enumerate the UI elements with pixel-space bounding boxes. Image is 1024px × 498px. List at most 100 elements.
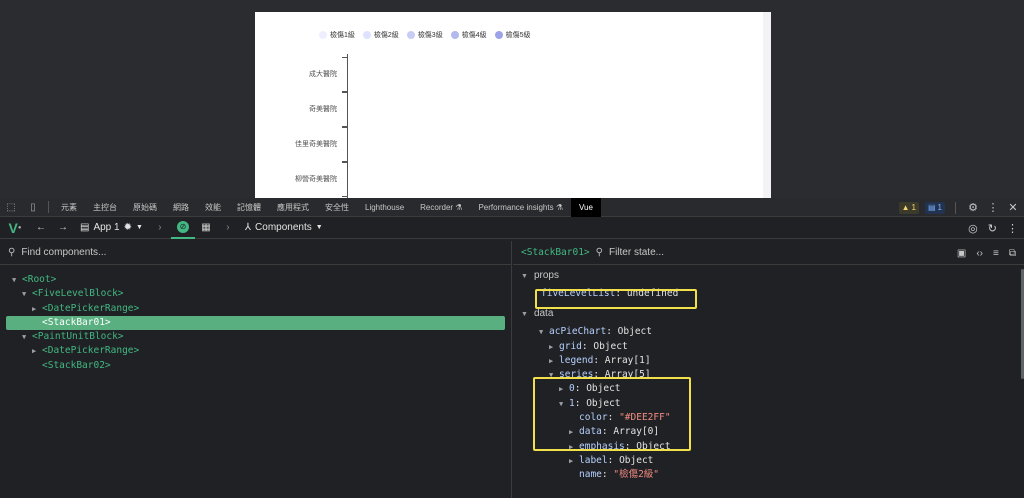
devtools-tab[interactable]: 應用程式 xyxy=(269,198,317,217)
state-inspector-pane: <StackBar01> ⚲ Filter state... ▣ ‹› ≡ ⧉ … xyxy=(513,241,1024,498)
vue-logo-icon: V ● xyxy=(8,219,22,236)
state-row[interactable]: ▶ label: Object xyxy=(513,454,1024,468)
target-icon[interactable]: ◎ xyxy=(968,222,978,235)
refresh-icon[interactable]: ↻ xyxy=(988,222,997,235)
stacked-bar-chart: 檢傷1級 檢傷2級 檢傷3級 檢傷4級 檢傷5級 成大醫院 奇美醫院 佳里奇美醫院 柳營奇美醫… xyxy=(255,12,771,198)
inspector-tab[interactable]: ⊘ xyxy=(170,217,195,239)
component-tree-node[interactable]: ▼ <PaintUnitBlock> xyxy=(0,330,511,344)
state-row[interactable]: ▶ data: Array[0] xyxy=(513,425,1024,439)
legend-item[interactable]: 檢傷5級 xyxy=(494,30,531,40)
component-name: <StackBar01> xyxy=(42,316,111,328)
chevron-down-icon: ▼ xyxy=(315,224,323,231)
component-tree: ▼ <Root> ▼ <FiveLevelBlock> ▶ <DatePickerRang… xyxy=(0,265,511,373)
devtools-tab[interactable]: Recorder ⚗ xyxy=(412,198,470,217)
data-section[interactable]: ▼ data xyxy=(513,303,1024,325)
search-icon: ⚲ xyxy=(8,247,16,258)
forward-arrow-icon[interactable]: → xyxy=(52,222,74,233)
screenshot-icon[interactable]: ▣ xyxy=(957,248,966,259)
state-row[interactable]: color: "#DEE2FF" xyxy=(513,411,1024,425)
state-key: series xyxy=(559,369,594,381)
legend-item[interactable]: 檢傷4級 xyxy=(450,30,487,40)
caret-right-icon[interactable]: ▶ xyxy=(549,340,559,354)
legend-label: 檢傷3級 xyxy=(417,32,443,39)
state-value: Array[5] xyxy=(604,369,651,381)
devtools-tab[interactable]: 元素 xyxy=(53,198,85,217)
props-section[interactable]: ▼ props xyxy=(513,265,1024,287)
caret-right-icon[interactable]: ▶ xyxy=(32,302,42,316)
inspect-element-icon[interactable]: ⬚ xyxy=(0,202,22,213)
y-tick-label: 佳里奇美醫院 xyxy=(295,141,337,148)
prop-row[interactable]: fiveLevelList: undefined xyxy=(513,287,1024,301)
component-tree-node[interactable]: ▶ <DatePickerRange> xyxy=(0,344,511,358)
filter-state-input[interactable]: Filter state... xyxy=(609,247,664,258)
state-row[interactable]: ▶ 0: Object xyxy=(513,382,1024,396)
caret-right-icon[interactable]: ▶ xyxy=(569,440,579,454)
legend-item[interactable]: 檢傷1級 xyxy=(319,30,355,40)
caret-right-icon[interactable]: ▶ xyxy=(559,382,569,396)
issues-badge[interactable]: ▤ 1 xyxy=(924,201,945,214)
state-row[interactable]: ▼ 1: Object xyxy=(513,397,1024,411)
caret-right-icon[interactable]: ▶ xyxy=(32,344,42,358)
devtools-tab[interactable]: 記憶體 xyxy=(229,198,269,217)
list-icon[interactable]: ≡ xyxy=(993,248,999,259)
state-value: Object xyxy=(586,397,621,409)
state-value: "檢傷2級" xyxy=(613,469,660,481)
app-selector[interactable]: ▤ App 1 ✹ ▼ xyxy=(74,222,149,233)
state-row[interactable]: ▶ legend: Array[1] xyxy=(513,354,1024,368)
devtools-tab[interactable]: Lighthouse xyxy=(357,198,412,217)
state-key: acPieChart xyxy=(549,326,607,338)
legend-item[interactable]: 檢傷3級 xyxy=(406,30,443,40)
state-key: name xyxy=(579,469,602,481)
component-tree-node[interactable]: ▶ <DatePickerRange> xyxy=(0,302,511,316)
state-tree: ▼ props fiveLevelList: undefined ▼ data ▼ a… xyxy=(513,265,1024,483)
devtools-tab[interactable]: 網路 xyxy=(165,198,197,217)
caret-down-icon[interactable]: ▼ xyxy=(22,330,32,344)
gear-icon[interactable]: ⚙ xyxy=(966,201,980,214)
code-icon[interactable]: ‹› xyxy=(976,248,983,259)
component-name: <StackBar02> xyxy=(42,359,111,371)
find-components-search[interactable]: ⚲ Find components... xyxy=(0,241,511,265)
find-components-input[interactable]: Find components... xyxy=(21,247,106,258)
legend-swatch xyxy=(319,31,327,39)
device-toolbar-icon[interactable]: ▯ xyxy=(22,202,44,213)
component-tree-node[interactable]: ▼ <FiveLevelBlock> xyxy=(0,287,511,301)
caret-right-icon[interactable]: ▶ xyxy=(569,425,579,439)
devtools-tab[interactable]: Performance insights ⚗ xyxy=(470,198,571,217)
open-external-icon[interactable]: ⧉ xyxy=(1009,248,1016,259)
caret-down-icon[interactable]: ▼ xyxy=(549,368,559,382)
devtools-tab[interactable]: 主控台 xyxy=(85,198,125,217)
component-tree-node[interactable]: <StackBar01> xyxy=(6,315,505,331)
timeline-icon[interactable]: ▦ xyxy=(195,222,217,233)
caret-down-icon[interactable]: ▼ xyxy=(22,287,32,301)
more-vertical-icon[interactable]: ⋮ xyxy=(1007,222,1018,235)
devtools-tab[interactable]: 效能 xyxy=(197,198,229,217)
more-vertical-icon[interactable]: ⋮ xyxy=(986,201,1000,214)
devtools-tab[interactable]: Vue xyxy=(571,197,601,217)
chart-scrollbar[interactable] xyxy=(763,12,771,198)
caret-right-icon[interactable]: ▶ xyxy=(569,454,579,468)
state-row[interactable]: ▶ grid: Object xyxy=(513,340,1024,354)
close-icon[interactable]: ✕ xyxy=(1006,201,1020,214)
component-tree-node[interactable]: <StackBar02> xyxy=(0,359,511,373)
caret-down-icon[interactable]: ▼ xyxy=(539,325,549,339)
state-row[interactable]: name: "檢傷2級" xyxy=(513,468,1024,482)
devtools-tab[interactable]: 原始碼 xyxy=(125,198,165,217)
back-arrow-icon[interactable]: ← xyxy=(30,222,52,233)
warning-badge[interactable]: ▲ 1 xyxy=(898,201,919,214)
state-value: Object xyxy=(617,326,652,338)
y-tick xyxy=(342,162,347,163)
devtools-tabbar: ⬚ ▯ 元素 主控台 原始碼 網路 效能 記憶體 應用程式 安全性 Lighthouse Reco… xyxy=(0,197,1024,217)
state-row[interactable]: ▼ series: Array[5] xyxy=(513,368,1024,382)
components-selector[interactable]: ⅄ Components ▼ xyxy=(239,222,329,233)
state-row[interactable]: ▶ emphasis: Object xyxy=(513,440,1024,454)
component-tree-node[interactable]: ▼ <Root> xyxy=(0,273,511,287)
component-name: <Root> xyxy=(22,274,57,285)
app-icon: ▤ xyxy=(80,222,90,233)
state-row[interactable]: ▼ acPieChart: Object xyxy=(513,325,1024,339)
legend-item[interactable]: 檢傷2級 xyxy=(362,30,399,40)
y-tick xyxy=(342,127,347,128)
caret-down-icon[interactable]: ▼ xyxy=(559,397,569,411)
caret-right-icon[interactable]: ▶ xyxy=(549,354,559,368)
devtools-tab[interactable]: 安全性 xyxy=(317,198,357,217)
caret-down-icon[interactable]: ▼ xyxy=(12,273,22,287)
